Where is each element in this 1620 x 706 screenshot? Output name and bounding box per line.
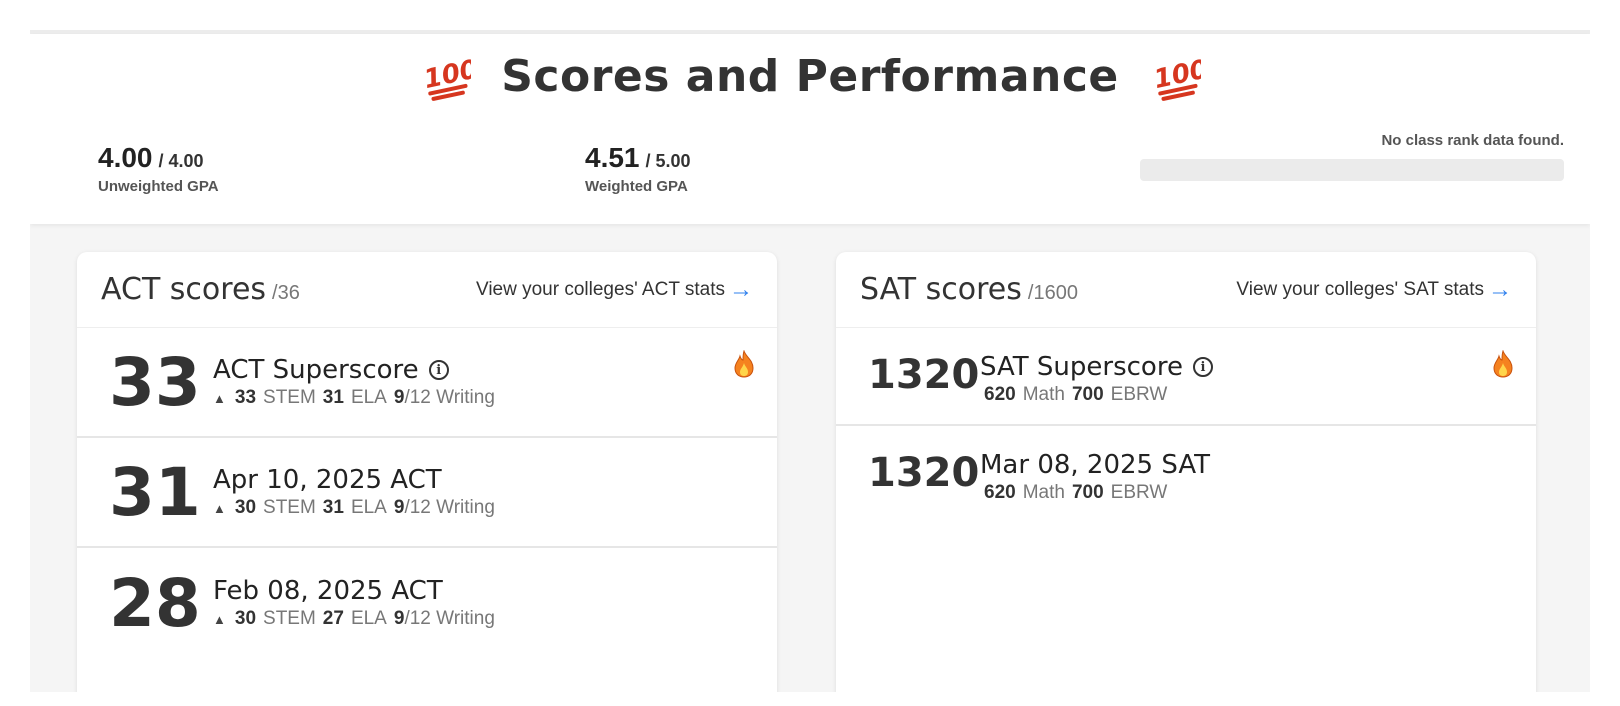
writing-label: /12 Writing	[404, 497, 495, 518]
fire-icon	[1493, 350, 1513, 378]
unweighted-gpa: 4.00 / 4.00 Unweighted GPA	[98, 142, 219, 195]
class-rank-message: No class rank data found.	[1381, 132, 1564, 149]
weighted-gpa-label: Weighted GPA	[585, 178, 688, 195]
act-subscores: ▲ 33 STEM 31 ELA 9/12 Writing	[213, 387, 495, 409]
act-composite-score: 33	[109, 343, 201, 421]
act-row-title-text: ACT Superscore	[213, 355, 419, 385]
100-emoji-icon: 100	[422, 54, 471, 101]
writing-score: 9	[393, 497, 405, 518]
unweighted-gpa-value: 4.00	[98, 142, 153, 173]
writing-score: 9	[393, 608, 405, 629]
ebrw-score: 700	[1071, 482, 1104, 503]
sat-title-text: SAT scores	[860, 272, 1022, 307]
weighted-gpa-value: 4.51	[585, 142, 640, 173]
stem-score: 30	[234, 608, 257, 629]
act-card-header: ACT scores/36 View your colleges' ACT st…	[77, 252, 777, 328]
class-rank-bar	[1140, 159, 1564, 181]
act-composite-score: 31	[109, 453, 201, 531]
stem-score: 30	[234, 497, 257, 518]
weighted-gpa: 4.51 / 5.00 Weighted GPA	[585, 142, 691, 195]
ebrw-label: EBRW	[1110, 482, 1168, 503]
math-score: 620	[984, 482, 1016, 503]
stem-label: STEM	[263, 497, 316, 518]
info-icon[interactable]: i	[1192, 357, 1213, 377]
act-row-title: ACT Superscore i	[213, 355, 495, 385]
ela-score: 27	[322, 608, 344, 629]
sat-card-title: SAT scores/1600	[860, 272, 1078, 307]
sat-max-score: /1600	[1027, 282, 1078, 304]
act-subscores: ▲ 30 STEM 27 ELA 9/12 Writing	[213, 608, 495, 630]
sat-total-score: 1320	[868, 450, 980, 496]
unweighted-gpa-label: Unweighted GPA	[98, 178, 219, 195]
ela-label: ELA	[350, 497, 387, 518]
writing-label: /12 Writing	[404, 387, 495, 408]
ela-label: ELA	[350, 608, 387, 629]
act-composite-score: 28	[109, 564, 201, 642]
act-stats-link[interactable]: View your colleges' ACT stats →	[476, 275, 753, 303]
sat-subscores: 620 Math 700 EBRW	[980, 384, 1213, 406]
triangle-up-icon: ▲	[213, 611, 226, 627]
arrow-right-icon: →	[1488, 275, 1512, 303]
triangle-up-icon: ▲	[213, 390, 226, 406]
ebrw-score: 700	[1071, 384, 1104, 405]
ela-score: 31	[322, 387, 344, 408]
act-title-text: ACT scores	[101, 272, 267, 307]
scores-header: 100 Scores and Performance 100 4.00 / 4.…	[30, 34, 1590, 224]
writing-label: /12 Writing	[404, 608, 495, 629]
triangle-up-icon: ▲	[213, 500, 226, 516]
class-rank: No class rank data found.	[1140, 132, 1564, 181]
act-max-score: /36	[272, 282, 300, 304]
act-score-row[interactable]: 33 ACT Superscore i ▲ 33 STEM 31 ELA 9/12 W…	[77, 328, 777, 438]
act-row-title: Apr 10, 2025 ACT	[213, 465, 495, 495]
sat-card-header: SAT scores/1600 View your colleges' SAT …	[836, 252, 1536, 328]
scores-page: 100 Scores and Performance 100 4.00 / 4.…	[30, 30, 1590, 692]
act-card-title: ACT scores/36	[101, 272, 300, 307]
stem-label: STEM	[263, 608, 316, 629]
sat-stats-link-label: View your colleges' SAT stats	[1236, 278, 1484, 300]
sat-stats-link[interactable]: View your colleges' SAT stats →	[1236, 275, 1512, 303]
act-row-title-text: Feb 08, 2025 ACT	[213, 576, 443, 606]
sat-row-title: SAT Superscore i	[980, 352, 1213, 382]
sat-total-score: 1320	[868, 352, 980, 398]
stem-label: STEM	[263, 387, 316, 408]
ela-score: 31	[322, 497, 344, 518]
title-row: 100 Scores and Performance 100	[30, 46, 1590, 106]
unweighted-gpa-max: / 4.00	[158, 151, 204, 171]
sat-row-title: Mar 08, 2025 SAT	[980, 450, 1210, 480]
arrow-right-icon: →	[729, 275, 753, 303]
sat-score-row[interactable]: 1320 SAT Superscore i 620 Math 700 EBRW	[836, 328, 1536, 426]
page-title: Scores and Performance	[501, 50, 1119, 102]
act-subscores: ▲ 30 STEM 31 ELA 9/12 Writing	[213, 497, 495, 519]
stem-score: 33	[234, 387, 257, 408]
sat-score-row[interactable]: 1320 Mar 08, 2025 SAT 620 Math 700 EBRW	[836, 426, 1536, 524]
act-score-row[interactable]: 31 Apr 10, 2025 ACT ▲ 30 STEM 31 ELA 9/12 …	[77, 438, 777, 548]
act-stats-link-label: View your colleges' ACT stats	[476, 278, 725, 300]
writing-score: 9	[393, 387, 405, 408]
sat-row-title-text: Mar 08, 2025 SAT	[980, 450, 1211, 480]
ela-label: ELA	[350, 387, 387, 408]
math-label: Math	[1022, 482, 1065, 503]
sat-scores-card: SAT scores/1600 View your colleges' SAT …	[836, 252, 1536, 692]
info-icon[interactable]: i	[428, 360, 449, 380]
fire-icon	[734, 350, 754, 378]
act-row-title: Feb 08, 2025 ACT	[213, 576, 495, 606]
sat-subscores: 620 Math 700 EBRW	[980, 482, 1210, 504]
act-row-title-text: Apr 10, 2025 ACT	[213, 465, 442, 495]
act-score-row[interactable]: 28 Feb 08, 2025 ACT ▲ 30 STEM 27 ELA 9/12 …	[77, 548, 777, 658]
sat-row-title-text: SAT Superscore	[980, 352, 1183, 382]
ebrw-label: EBRW	[1110, 384, 1168, 405]
math-label: Math	[1022, 384, 1065, 405]
act-scores-card: ACT scores/36 View your colleges' ACT st…	[77, 252, 777, 692]
math-score: 620	[984, 384, 1016, 405]
100-emoji-icon: 100	[1151, 54, 1201, 101]
weighted-gpa-max: / 5.00	[645, 151, 691, 171]
